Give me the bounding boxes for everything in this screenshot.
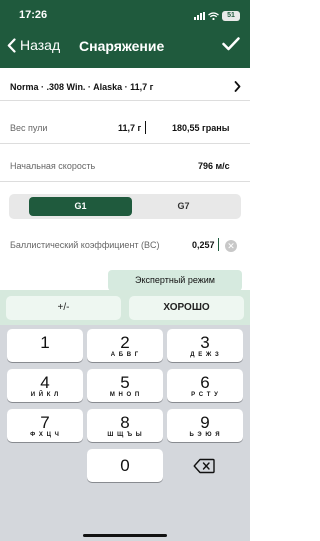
key-2[interactable]: 2 А Б В Г [87,329,163,362]
key-letters: М Н О П [109,392,141,398]
status-icons: 51 [194,11,240,21]
key-4[interactable]: 4 И Й К Л [7,369,83,402]
ammo-label: Norma · .308 Win. · Alaska · 11,7 г [10,82,154,92]
velocity-label: Начальная скорость [10,161,96,171]
page-title: Снаряжение [79,38,165,54]
clear-icon[interactable]: ✕ [225,240,237,252]
chevron-right-icon [234,81,241,92]
key-letters: Ш Щ Ъ Ы [107,432,143,438]
key-digit: 1 [40,333,50,352]
key-9[interactable]: 9 Ь Э Ю Я [167,409,243,442]
home-indicator [83,534,167,537]
nav-bar: Назад Снаряжение [0,36,250,60]
key-letters: Р С Т У [191,392,219,398]
delete-key[interactable] [166,449,242,482]
bc-row: Баллистический коэффициент (BC) 0,257 ✕ [0,232,250,260]
numeric-keyboard: +/- ХОРОШО 1 2 А Б В Г 3 Д Е Ж З 4 И Й К… [0,290,250,541]
key-digit: 3 [200,333,210,352]
key-3[interactable]: 3 Д Е Ж З [167,329,243,362]
key-0[interactable]: 0 [87,449,163,482]
back-label: Назад [20,37,61,53]
text-cursor [145,121,146,134]
velocity-input[interactable]: 796 м/с [198,161,230,171]
ok-button[interactable]: ХОРОШО [129,296,244,320]
segment-g7[interactable]: G7 [132,197,235,216]
key-8[interactable]: 8 Ш Щ Ъ Ы [87,409,163,442]
segment-g1[interactable]: G1 [29,197,132,216]
key-digit: 8 [120,413,130,432]
key-letters: Ь Э Ю Я [189,432,221,438]
key-digit: 0 [120,456,130,475]
bullet-weight-grains-input[interactable]: 180,55 граны [172,123,229,133]
key-digit: 6 [200,373,210,392]
key-digit: 2 [120,333,130,352]
drag-model-segmented-control: G1 G7 [9,194,241,219]
bullet-weight-row: Вес пули 11,7 г 180,55 граны [0,112,250,144]
signal-icon [194,12,205,20]
chevron-left-icon [7,37,16,53]
key-6[interactable]: 6 Р С Т У [167,369,243,402]
wifi-icon [208,12,219,20]
key-1[interactable]: 1 [7,329,83,362]
key-5[interactable]: 5 М Н О П [87,369,163,402]
keyboard-accessory-bar: +/- ХОРОШО [0,290,250,325]
key-digit: 7 [40,413,50,432]
ammo-selector[interactable]: Norma · .308 Win. · Alaska · 11,7 г [0,73,250,101]
bullet-weight-label: Вес пули [10,123,48,133]
key-digit: 9 [200,413,210,432]
back-button[interactable]: Назад [7,37,60,53]
key-letters: Ф Х Ц Ч [30,432,60,438]
key-7[interactable]: 7 Ф Х Ц Ч [7,409,83,442]
key-digit: 4 [40,373,50,392]
checkmark-icon[interactable] [222,37,240,51]
status-time: 17:26 [19,9,48,21]
bc-input[interactable]: 0,257 [192,240,215,250]
key-digit: 5 [120,373,130,392]
plus-minus-button[interactable]: +/- [6,296,121,320]
delete-backspace-icon [193,458,215,473]
status-bar: 17:26 51 [0,9,250,25]
key-letters: И Й К Л [30,392,60,398]
bullet-weight-grams-input[interactable]: 11,7 г [118,123,141,133]
key-letters: А Б В Г [110,352,140,358]
bc-label: Баллистический коэффициент (BC) [10,240,160,250]
key-letters: Д Е Ж З [190,352,220,358]
text-cursor [218,238,219,251]
expert-mode-button[interactable]: Экспертный режим [108,270,242,291]
app-header: 17:26 51 Назад Снаряжение [0,0,250,68]
battery-icon: 51 [222,11,240,21]
velocity-row: Начальная скорость 796 м/с [0,150,250,182]
